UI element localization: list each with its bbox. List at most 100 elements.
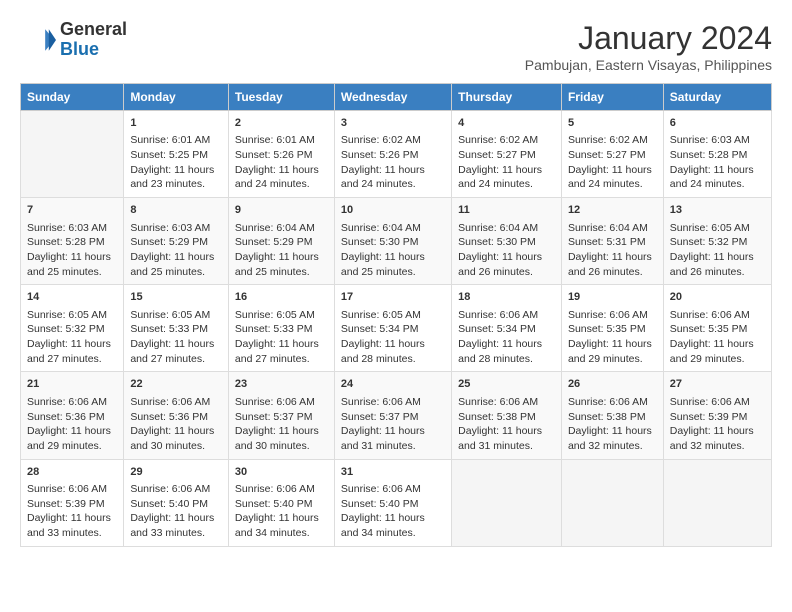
sunset: Sunset: 5:35 PM — [568, 323, 646, 335]
calendar-cell: 4Sunrise: 6:02 AMSunset: 5:27 PMDaylight… — [452, 111, 562, 198]
day-number: 1 — [130, 116, 222, 131]
day-number: 18 — [458, 290, 555, 305]
sunrise: Sunrise: 6:02 AM — [458, 134, 538, 146]
day-number: 21 — [27, 377, 117, 392]
day-number: 26 — [568, 377, 657, 392]
sunrise: Sunrise: 6:06 AM — [670, 396, 750, 408]
calendar-cell: 15Sunrise: 6:05 AMSunset: 5:33 PMDayligh… — [124, 285, 229, 372]
day-number: 24 — [341, 377, 445, 392]
weekday-header: Wednesday — [334, 84, 451, 111]
day-number: 27 — [670, 377, 765, 392]
sunset: Sunset: 5:26 PM — [341, 149, 419, 161]
weekday-header: Monday — [124, 84, 229, 111]
sunrise: Sunrise: 6:02 AM — [568, 134, 648, 146]
day-number: 28 — [27, 465, 117, 480]
calendar-cell: 1 Sunrise: 6:01 AM Sunset: 5:25 PM Daylight… — [124, 111, 229, 198]
sunrise: Sunrise: 6:01 AM — [130, 134, 210, 146]
calendar-cell: 3 Sunrise: 6:02 AM Sunset: 5:26 PM Daylight… — [334, 111, 451, 198]
daylight: Daylight: 11 hours and 31 minutes. — [341, 425, 425, 452]
calendar-cell: 2Sunrise: 6:01 AMSunset: 5:26 PMDaylight… — [228, 111, 334, 198]
calendar-cell: 10Sunrise: 6:04 AMSunset: 5:30 PMDayligh… — [334, 198, 451, 285]
day-number: 3 — [341, 116, 445, 131]
daylight: Daylight: 11 hours and 25 minutes. — [27, 251, 111, 278]
day-number: 30 — [235, 465, 328, 480]
sunrise: Sunrise: 6:06 AM — [458, 396, 538, 408]
daylight: Daylight: 11 hours and 24 minutes. — [235, 164, 319, 191]
calendar-cell: 5Sunrise: 6:02 AMSunset: 5:27 PMDaylight… — [561, 111, 663, 198]
daylight: Daylight: 11 hours and 34 minutes. — [235, 512, 319, 539]
day-number: 31 — [341, 465, 445, 480]
sunset: Sunset: 5:39 PM — [670, 411, 748, 423]
daylight: Daylight: 11 hours and 24 minutes. — [670, 164, 754, 191]
daylight: Daylight: 11 hours and 29 minutes. — [568, 338, 652, 365]
calendar-cell: 7Sunrise: 6:03 AMSunset: 5:28 PMDaylight… — [21, 198, 124, 285]
calendar-cell: 24Sunrise: 6:06 AMSunset: 5:37 PMDayligh… — [334, 372, 451, 459]
sunrise: Sunrise: 6:06 AM — [235, 483, 315, 495]
sunset: Sunset: 5:38 PM — [568, 411, 646, 423]
calendar-cell: 8Sunrise: 6:03 AMSunset: 5:29 PMDaylight… — [124, 198, 229, 285]
daylight: Daylight: 11 hours and 28 minutes. — [458, 338, 542, 365]
calendar-cell: 21Sunrise: 6:06 AMSunset: 5:36 PMDayligh… — [21, 372, 124, 459]
weekday-header: Friday — [561, 84, 663, 111]
day-number: 11 — [458, 203, 555, 218]
calendar-cell: 29Sunrise: 6:06 AMSunset: 5:40 PMDayligh… — [124, 459, 229, 546]
calendar-cell: 19Sunrise: 6:06 AMSunset: 5:35 PMDayligh… — [561, 285, 663, 372]
day-number: 6 — [670, 116, 765, 131]
sunrise: Sunrise: 6:04 AM — [568, 222, 648, 234]
sunset: Sunset: 5:27 PM — [458, 149, 536, 161]
day-number: 29 — [130, 465, 222, 480]
calendar-cell: 23Sunrise: 6:06 AMSunset: 5:37 PMDayligh… — [228, 372, 334, 459]
daylight: Daylight: 11 hours and 23 minutes. — [130, 164, 214, 191]
sunrise: Sunrise: 6:03 AM — [27, 222, 107, 234]
weekday-header: Thursday — [452, 84, 562, 111]
daylight: Daylight: 11 hours and 27 minutes. — [27, 338, 111, 365]
daylight: Daylight: 11 hours and 25 minutes. — [235, 251, 319, 278]
day-number: 25 — [458, 377, 555, 392]
logo-text: General Blue — [60, 20, 127, 60]
day-number: 14 — [27, 290, 117, 305]
day-number: 7 — [27, 203, 117, 218]
sunset: Sunset: 5:25 PM — [130, 149, 208, 161]
logo-icon — [20, 22, 56, 58]
day-number: 13 — [670, 203, 765, 218]
sunrise: Sunrise: 6:05 AM — [341, 309, 421, 321]
sunrise: Sunrise: 6:06 AM — [235, 396, 315, 408]
day-number: 22 — [130, 377, 222, 392]
day-number: 8 — [130, 203, 222, 218]
calendar-cell — [21, 111, 124, 198]
sunrise: Sunrise: 6:03 AM — [670, 134, 750, 146]
daylight: Daylight: 11 hours and 32 minutes. — [568, 425, 652, 452]
calendar-cell: 20Sunrise: 6:06 AMSunset: 5:35 PMDayligh… — [663, 285, 771, 372]
sunrise: Sunrise: 6:04 AM — [341, 222, 421, 234]
calendar-cell: 25Sunrise: 6:06 AMSunset: 5:38 PMDayligh… — [452, 372, 562, 459]
sunset: Sunset: 5:32 PM — [27, 323, 105, 335]
calendar-cell: 27Sunrise: 6:06 AMSunset: 5:39 PMDayligh… — [663, 372, 771, 459]
calendar-week-row: 28Sunrise: 6:06 AMSunset: 5:39 PMDayligh… — [21, 459, 772, 546]
calendar-table: SundayMondayTuesdayWednesdayThursdayFrid… — [20, 83, 772, 547]
sunrise: Sunrise: 6:05 AM — [130, 309, 210, 321]
sunset: Sunset: 5:40 PM — [341, 498, 419, 510]
sunrise: Sunrise: 6:05 AM — [235, 309, 315, 321]
sunset: Sunset: 5:37 PM — [341, 411, 419, 423]
sunset: Sunset: 5:40 PM — [130, 498, 208, 510]
calendar-cell: 11Sunrise: 6:04 AMSunset: 5:30 PMDayligh… — [452, 198, 562, 285]
weekday-header: Sunday — [21, 84, 124, 111]
sunrise: Sunrise: 6:04 AM — [235, 222, 315, 234]
day-number: 2 — [235, 116, 328, 131]
daylight: Daylight: 11 hours and 33 minutes. — [130, 512, 214, 539]
daylight: Daylight: 11 hours and 30 minutes. — [130, 425, 214, 452]
page-header: General Blue January 2024 Pambujan, East… — [20, 20, 772, 73]
daylight: Daylight: 11 hours and 24 minutes. — [568, 164, 652, 191]
sunrise: Sunrise: 6:04 AM — [458, 222, 538, 234]
calendar-cell: 17Sunrise: 6:05 AMSunset: 5:34 PMDayligh… — [334, 285, 451, 372]
daylight: Daylight: 11 hours and 31 minutes. — [458, 425, 542, 452]
sunrise: Sunrise: 6:06 AM — [27, 396, 107, 408]
day-number: 15 — [130, 290, 222, 305]
sunrise: Sunrise: 6:01 AM — [235, 134, 315, 146]
daylight: Daylight: 11 hours and 24 minutes. — [341, 164, 425, 191]
calendar-cell: 31Sunrise: 6:06 AMSunset: 5:40 PMDayligh… — [334, 459, 451, 546]
calendar-cell: 12Sunrise: 6:04 AMSunset: 5:31 PMDayligh… — [561, 198, 663, 285]
title-block: January 2024 Pambujan, Eastern Visayas, … — [525, 20, 772, 73]
calendar-week-row: 7Sunrise: 6:03 AMSunset: 5:28 PMDaylight… — [21, 198, 772, 285]
sunrise: Sunrise: 6:02 AM — [341, 134, 421, 146]
